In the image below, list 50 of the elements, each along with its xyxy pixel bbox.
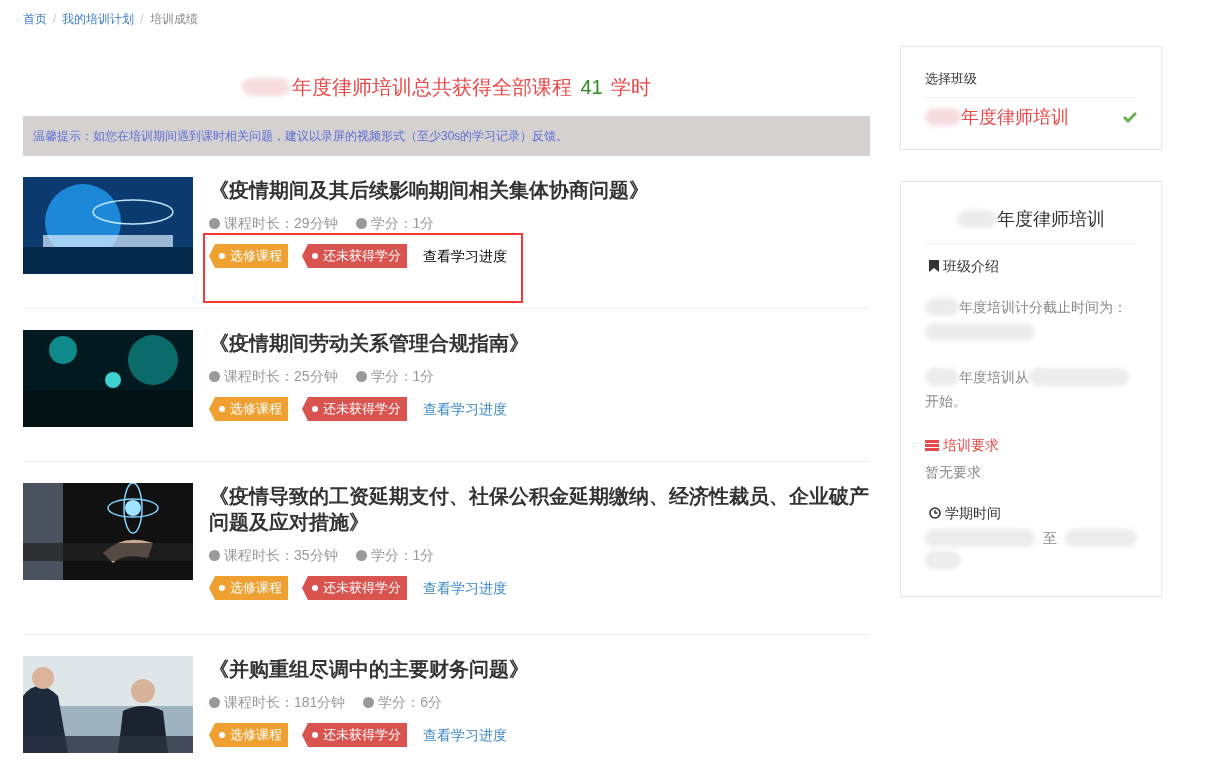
clock-icon [929, 507, 941, 519]
course-title[interactable]: 《疫情期间及其后续影响期间相关集体协商问题》 [209, 177, 870, 203]
redacted-blur [925, 108, 961, 126]
breadcrumb-separator: / [53, 10, 57, 28]
course-credit: 学分：1分 [370, 214, 435, 233]
course-credit: 学分：1分 [370, 367, 435, 386]
course-duration: 课程时长：35分钟 [224, 546, 338, 565]
course-title[interactable]: 《并购重组尽调中的主要财务问题》 [209, 656, 870, 682]
intro-text: 开始。 [925, 392, 967, 409]
course-tag: 还未获得学分 [302, 723, 407, 747]
intro-text: 年度培训计分截止时间为： [959, 297, 1127, 317]
bookmark-icon [929, 260, 939, 272]
notice-bar: 温馨提示：如您在培训期间遇到课时相关问题，建议以录屏的视频形式（至少30s的学习记录）反馈。 [23, 116, 870, 156]
course-duration: 课程时长：181分钟 [224, 693, 346, 712]
course-tag: 还未获得学分 [302, 244, 407, 268]
redacted-blur [242, 78, 291, 96]
class-title: 年度律师培训 [997, 207, 1105, 231]
hours-count: 41 [580, 75, 603, 100]
section-heading: 培训要求 [943, 435, 999, 455]
course-title[interactable]: 《疫情导致的工资延期支付、社保公积金延期缴纳、经济性裁员、企业破产问题及应对措施》 [209, 483, 870, 535]
course-tag: 选修课程 [209, 723, 288, 747]
course-duration: 课程时长：29分钟 [224, 214, 338, 233]
breadcrumb-link[interactable]: 我的培训计划 [62, 9, 135, 28]
progress-link[interactable]: 查看学习进度 [423, 577, 507, 599]
breadcrumb-separator: / [140, 10, 144, 28]
breadcrumb-link[interactable]: 首页 [23, 9, 47, 28]
course-credit: 学分：1分 [370, 546, 435, 565]
progress-link[interactable]: 查看学习进度 [423, 245, 507, 267]
course-tag: 选修课程 [209, 576, 288, 600]
term-separator: 至 [1042, 528, 1057, 548]
breadcrumb-link[interactable]: 培训成绩 [149, 9, 198, 28]
course-credit: 学分：6分 [378, 693, 443, 712]
requirement-text: 暂无要求 [925, 462, 982, 482]
course-tag: 选修课程 [209, 244, 288, 268]
list-icon [925, 439, 939, 451]
course-tag: 还未获得学分 [302, 397, 407, 421]
check-icon [1123, 111, 1137, 123]
progress-link[interactable]: 查看学习进度 [423, 398, 507, 420]
course-tag: 选修课程 [209, 397, 288, 421]
headline: 年度律师培训总共获得全部课程 [292, 75, 573, 100]
progress-link[interactable]: 查看学习进度 [423, 724, 507, 746]
section-heading: 班级介绍 [943, 256, 999, 276]
course-tag: 还未获得学分 [302, 576, 407, 600]
headline-unit: 学时 [610, 75, 651, 100]
course-title[interactable]: 《疫情期间劳动关系管理合规指南》 [209, 330, 870, 356]
intro-text: 年度培训从 [959, 367, 1029, 387]
course-duration: 课程时长：25分钟 [224, 367, 338, 386]
class-option[interactable]: 年度律师培训 [925, 103, 1137, 131]
section-heading: 学期时间 [945, 503, 1001, 523]
card-heading: 选择班级 [925, 69, 1137, 98]
